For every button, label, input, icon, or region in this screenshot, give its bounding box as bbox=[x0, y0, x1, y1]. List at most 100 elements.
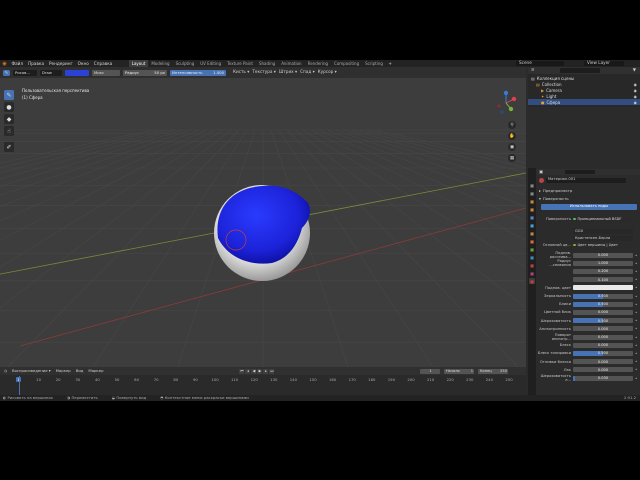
workspace-tab-0[interactable]: Layout bbox=[128, 60, 149, 67]
keyframe-dot-icon[interactable]: • bbox=[635, 285, 637, 290]
blend-mode-selector[interactable]: Микс bbox=[92, 69, 120, 76]
shader-input-slider[interactable]: 0.000 bbox=[573, 359, 633, 365]
play-reverse-icon[interactable]: ◀ bbox=[251, 368, 257, 374]
brush-color-swatch[interactable] bbox=[65, 69, 89, 76]
timeline-menu-2[interactable]: Вид bbox=[76, 369, 84, 373]
view-layer-selector[interactable]: View Layer bbox=[584, 61, 624, 66]
subsurface-color-swatch[interactable] bbox=[573, 285, 633, 291]
menu-4[interactable]: Справка bbox=[91, 61, 114, 66]
tool-menu-1[interactable]: Текстура ▾ bbox=[252, 70, 276, 74]
timeline-menu-1[interactable]: Маркер bbox=[56, 369, 71, 373]
shader-input-slider[interactable]: 0.000 bbox=[573, 334, 633, 340]
shader-input-slider[interactable]: 0.500 bbox=[573, 301, 633, 307]
keyframe-dot-icon[interactable]: • bbox=[635, 351, 637, 356]
properties-tab-2-icon[interactable]: ■ bbox=[529, 198, 535, 204]
workspace-tab-9[interactable]: Scripting bbox=[362, 60, 386, 67]
menu-0[interactable]: Файл bbox=[9, 61, 26, 66]
menu-1[interactable]: Правка bbox=[26, 61, 47, 66]
properties-tab-12-icon[interactable]: ■ bbox=[529, 278, 535, 284]
shader-input-slider[interactable]: 0.500 bbox=[573, 318, 633, 324]
preview-panel-header[interactable]: ▸ Предпросмотр bbox=[537, 188, 640, 194]
tool-menu-3[interactable]: Спад ▾ bbox=[300, 70, 315, 74]
visibility-eye-icon[interactable]: ◉ bbox=[634, 100, 637, 105]
shader-input-slider[interactable]: 0.000 bbox=[573, 326, 633, 332]
properties-tab-5-icon[interactable]: ■ bbox=[529, 222, 535, 228]
properties-tab-7-icon[interactable]: ■ bbox=[529, 238, 535, 244]
keyframe-dot-icon[interactable]: • bbox=[635, 261, 637, 266]
menu-2[interactable]: Рендеринг bbox=[47, 61, 76, 66]
properties-tab-0-icon[interactable]: ■ bbox=[529, 182, 535, 188]
workspace-tab-4[interactable]: Texture Paint bbox=[224, 60, 256, 67]
workspace-tab-3[interactable]: UV Editing bbox=[197, 60, 224, 67]
smear-tool-icon[interactable]: ☝ bbox=[4, 126, 14, 136]
workspace-tab-7[interactable]: Rendering bbox=[305, 60, 331, 67]
properties-search-input[interactable] bbox=[564, 169, 595, 175]
keyframe-dot-icon[interactable]: • bbox=[635, 376, 637, 381]
properties-tab-10-icon[interactable]: ■ bbox=[529, 262, 535, 268]
blender-logo-icon[interactable]: ◉ bbox=[0, 60, 9, 67]
workspace-tab-8[interactable]: Compositing bbox=[331, 60, 362, 67]
shader-input-slider[interactable]: 0.000 bbox=[573, 367, 633, 373]
outliner-row-3[interactable]: ● Сфера ◉ bbox=[528, 99, 640, 105]
shader-input-slider[interactable]: 0.500 bbox=[573, 350, 633, 356]
properties-tab-3-icon[interactable]: ■ bbox=[529, 206, 535, 212]
visibility-eye-icon[interactable]: ◉ bbox=[634, 94, 637, 99]
properties-editor-icon[interactable]: ▣ bbox=[539, 169, 543, 174]
shader-input-slider[interactable]: 0.030 bbox=[573, 375, 633, 381]
shader-input-slider[interactable]: 0.000 bbox=[573, 342, 633, 348]
properties-tab-1-icon[interactable]: ■ bbox=[529, 190, 535, 196]
outliner-search-input[interactable] bbox=[559, 68, 600, 73]
properties-tab-4-icon[interactable]: ■ bbox=[529, 214, 535, 220]
properties-tab-6-icon[interactable]: ■ bbox=[529, 230, 535, 236]
use-nodes-button[interactable]: Использовать ноды bbox=[541, 204, 637, 210]
visibility-eye-icon[interactable]: ◉ bbox=[634, 82, 637, 87]
pan-hand-icon[interactable]: ✋ bbox=[508, 132, 516, 140]
workspace-tab-1[interactable]: Modeling bbox=[148, 60, 172, 67]
brush-icon[interactable]: ✎ bbox=[3, 69, 10, 76]
brush-selector[interactable]: Draw bbox=[40, 69, 62, 76]
sphere-object[interactable] bbox=[214, 185, 310, 281]
workspace-tab-6[interactable]: Animation bbox=[278, 60, 304, 67]
properties-tab-9-icon[interactable]: ■ bbox=[529, 254, 535, 260]
timeline-menu-3[interactable]: Маркер bbox=[88, 369, 103, 373]
draw-tool-icon[interactable]: ✎ bbox=[4, 90, 14, 100]
annotate-tool-icon[interactable]: ✐ bbox=[4, 142, 14, 152]
keyframe-dot-icon[interactable]: • bbox=[635, 302, 637, 307]
surface-shader-field[interactable]: Принципиальный BSDF bbox=[573, 216, 633, 222]
shader-input-slider[interactable]: 0.200 bbox=[573, 268, 633, 274]
radius-field[interactable]: Радиус 50 px bbox=[123, 69, 167, 76]
blur-tool-icon[interactable]: ● bbox=[4, 102, 14, 112]
shader-input-slider[interactable]: 1.000 bbox=[573, 260, 633, 266]
properties-tab-11-icon[interactable]: ■ bbox=[529, 270, 535, 276]
play-icon[interactable]: ▶ bbox=[257, 368, 263, 374]
axis-gizmo-icon[interactable] bbox=[494, 90, 518, 116]
outliner-display-icon[interactable]: ≡ bbox=[531, 68, 535, 72]
keyframe-dot-icon[interactable]: • bbox=[635, 359, 637, 364]
shader-input-slider[interactable]: 0.500 bbox=[573, 293, 633, 299]
add-workspace-button[interactable]: + bbox=[386, 61, 395, 66]
mode-selector[interactable]: Рисов... bbox=[13, 69, 37, 76]
current-frame-field[interactable]: 1 bbox=[420, 368, 441, 374]
start-frame-field[interactable]: Начало 1 bbox=[444, 368, 475, 374]
keyframe-dot-icon[interactable]: • bbox=[635, 318, 637, 323]
shader-input-slider[interactable]: 0.100 bbox=[573, 277, 633, 283]
base-color-field[interactable]: Цвет вершины | Цвет bbox=[573, 243, 633, 248]
strength-field[interactable]: Интенсивность 1.000 bbox=[170, 69, 226, 76]
tool-menu-4[interactable]: Курсор ▾ bbox=[318, 70, 337, 74]
zoom-icon[interactable]: ⚲ bbox=[508, 121, 516, 129]
shader-input-slider[interactable]: 0.000 bbox=[573, 252, 633, 258]
next-key-icon[interactable]: ▸ bbox=[263, 368, 269, 374]
distribution-dropdown[interactable]: GGX bbox=[573, 228, 633, 234]
3d-viewport[interactable]: ✎ ● ◆ ☝ ✐ Пользовательская перспектива (… bbox=[0, 78, 526, 367]
properties-tab-8-icon[interactable]: ■ bbox=[529, 246, 535, 252]
shader-input-slider[interactable]: 0.000 bbox=[573, 309, 633, 315]
jump-start-icon[interactable]: ⏮ bbox=[239, 368, 245, 374]
end-frame-field[interactable]: Конец 250 bbox=[478, 368, 509, 374]
prev-key-icon[interactable]: ◂ bbox=[245, 368, 251, 374]
tool-menu-0[interactable]: Кисть ▾ bbox=[233, 70, 249, 74]
timeline-menu-0[interactable]: Воспроизведение ▾ bbox=[12, 369, 51, 373]
keyframe-dot-icon[interactable]: • bbox=[635, 310, 637, 315]
workspace-tab-5[interactable]: Shading bbox=[256, 60, 278, 67]
ortho-grid-icon[interactable]: ▦ bbox=[508, 154, 516, 162]
jump-end-icon[interactable]: ⏭ bbox=[269, 368, 275, 374]
